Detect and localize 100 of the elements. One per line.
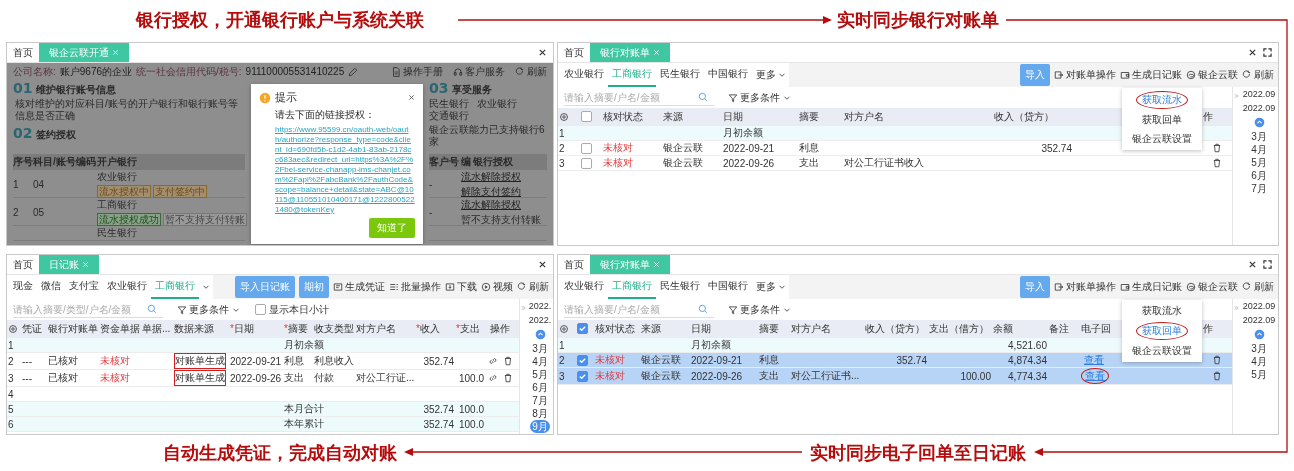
bank-tab[interactable]: 中国银行 [704, 63, 752, 87]
row-checkbox[interactable] [581, 157, 592, 169]
delete-icon[interactable] [1212, 355, 1222, 365]
month-item[interactable]: 6月 [530, 381, 550, 394]
toolbar-link[interactable]: 操作手册 [391, 64, 443, 79]
toolbar-button[interactable]: 刷新 [1242, 280, 1274, 294]
period-label[interactable]: 2022.09 [1242, 313, 1276, 327]
table-row[interactable]: 3 未核对 银企云联 2022-09-26 支出 对公工行证书收入 [558, 156, 1232, 171]
month-item[interactable]: 3月 [1249, 130, 1269, 143]
toolbar-button[interactable]: 刷新 [1242, 68, 1274, 82]
toolbar-button[interactable]: 对账单操作 [1054, 68, 1116, 82]
toolbar-button[interactable]: 批量操作 [389, 280, 441, 294]
toolbar-link[interactable]: 客户服务 [453, 64, 505, 79]
month-item[interactable]: 3月 [1249, 342, 1269, 355]
month-item[interactable]: 3月 [530, 342, 550, 355]
close-icon[interactable] [538, 48, 547, 57]
link-icon[interactable] [487, 373, 498, 383]
toolbar-link[interactable]: 刷新 [515, 64, 547, 79]
delete-icon[interactable] [502, 373, 513, 383]
row-checkbox[interactable] [577, 370, 588, 382]
toolbar-button[interactable]: 银企云联 [1186, 280, 1238, 294]
row-checkbox[interactable] [581, 142, 592, 154]
revoke-link[interactable]: 流水解除授权 [461, 198, 521, 212]
bank-tab[interactable]: 民生银行 [656, 63, 704, 87]
account-tab[interactable]: 农业银行 [103, 275, 151, 299]
toolbar-button[interactable]: 下载 [445, 280, 477, 294]
toolbar-button[interactable]: 视频 [481, 280, 513, 294]
revoke-link[interactable]: 解除支付签约 [461, 185, 521, 199]
select-all-checkbox[interactable] [581, 111, 592, 122]
delete-icon[interactable] [1212, 158, 1222, 168]
month-item[interactable]: 6月 [1249, 169, 1269, 182]
window-tab[interactable]: 首页 [558, 43, 590, 62]
account-tab[interactable]: 现金 [9, 275, 37, 299]
delete-icon[interactable] [1212, 371, 1222, 381]
search-icon[interactable] [698, 92, 708, 102]
month-item[interactable]: 7月 [530, 394, 550, 407]
dialog-message: 请去下面的链接授权： [275, 108, 376, 122]
toolbar-button[interactable]: 生成凭证 [333, 280, 385, 294]
subtotal-checkbox[interactable]: 显示本日小计 [255, 302, 329, 317]
search-icon[interactable] [698, 304, 708, 314]
bank-tab[interactable]: 农业银行 [560, 63, 608, 87]
bank-tab[interactable]: 农业银行 [560, 275, 608, 299]
settings-icon[interactable] [559, 111, 569, 122]
month-item[interactable]: 4月 [1249, 355, 1269, 368]
settings-icon[interactable] [559, 323, 569, 334]
edit-icon[interactable] [348, 66, 359, 77]
fullscreen-icon[interactable] [1263, 260, 1272, 269]
filter-button[interactable]: 更多条件 [728, 90, 792, 105]
scroll-up-icon[interactable] [1253, 117, 1265, 128]
toolbar-button[interactable]: 生成日记账 [1120, 280, 1182, 294]
scroll-up-icon[interactable] [534, 329, 546, 340]
delete-icon[interactable] [1212, 143, 1222, 153]
menu-item[interactable]: 获取流水 [1137, 303, 1187, 319]
account-tab[interactable]: 支付宝 [65, 275, 103, 299]
period-label[interactable]: 2022.09 [1242, 87, 1276, 101]
month-item[interactable]: 5月 [1249, 156, 1269, 169]
toolbar-button[interactable]: 刷新 [517, 280, 549, 294]
close-icon[interactable] [1248, 48, 1257, 57]
caption: 实时同步银行对账单 [837, 9, 999, 32]
select-all-checkbox[interactable] [577, 323, 588, 334]
window-tab[interactable]: 首页 [7, 43, 39, 62]
month-item[interactable]: 4月 [530, 355, 550, 368]
month-item[interactable]: 8月 [530, 407, 550, 420]
search-field[interactable]: 请输入摘要/户名/金额 [564, 301, 714, 318]
scroll-up-icon[interactable] [1253, 329, 1265, 340]
more-tab[interactable]: 更多 [756, 280, 787, 294]
month-item[interactable]: 5月 [530, 368, 550, 381]
revoke-link[interactable]: 流水解除授权 [461, 170, 521, 184]
search-icon[interactable] [147, 304, 157, 314]
month-item[interactable]: 4月 [1249, 143, 1269, 156]
account-tab[interactable]: 微信 [37, 275, 65, 299]
bank-tab[interactable]: 中国银行 [704, 275, 752, 299]
filter-button[interactable]: 更多条件 [728, 302, 792, 317]
table-cell: 2022-09-26 [230, 372, 282, 384]
period-label[interactable]: 2022. [528, 299, 552, 313]
delete-icon[interactable] [502, 356, 513, 366]
link-icon[interactable] [487, 356, 498, 366]
close-icon[interactable] [1248, 260, 1257, 269]
search-field[interactable]: 请输入摘要/类型/户名/金额 [13, 301, 163, 318]
table-row[interactable]: 3 未核对 银企云联 2022-09-26 支出 对公工行证书... 100.00 4,774.34 查看 [558, 368, 1232, 385]
period-label[interactable]: 2022. [528, 313, 552, 327]
settings-icon[interactable] [8, 323, 18, 334]
month-item[interactable]: 7月 [1249, 182, 1269, 195]
window-tab[interactable]: 首页 [558, 255, 590, 274]
fullscreen-icon[interactable] [1263, 48, 1272, 57]
close-icon[interactable] [538, 260, 547, 269]
search-field[interactable]: 请输入摘要/户名/金额 [564, 89, 714, 106]
toolbar-button[interactable]: 银企云联 [1186, 68, 1238, 82]
month-item[interactable]: 5月 [1249, 368, 1269, 381]
more-tab[interactable]: 更多 [756, 68, 787, 82]
bank-tab[interactable]: 民生银行 [656, 275, 704, 299]
toolbar-button[interactable]: 对账单操作 [1054, 280, 1116, 294]
close-icon[interactable] [408, 94, 415, 101]
toolbar-button[interactable]: 生成日记账 [1120, 68, 1182, 82]
row-checkbox[interactable] [577, 354, 588, 366]
filter-button[interactable]: 更多条件 [177, 302, 241, 317]
period-label[interactable]: 2022.09 [1242, 299, 1276, 313]
menu-item[interactable]: 获取回单 [1137, 112, 1187, 128]
window-tab[interactable]: 首页 [7, 255, 39, 274]
period-label[interactable]: 2022.09 [1242, 101, 1276, 115]
